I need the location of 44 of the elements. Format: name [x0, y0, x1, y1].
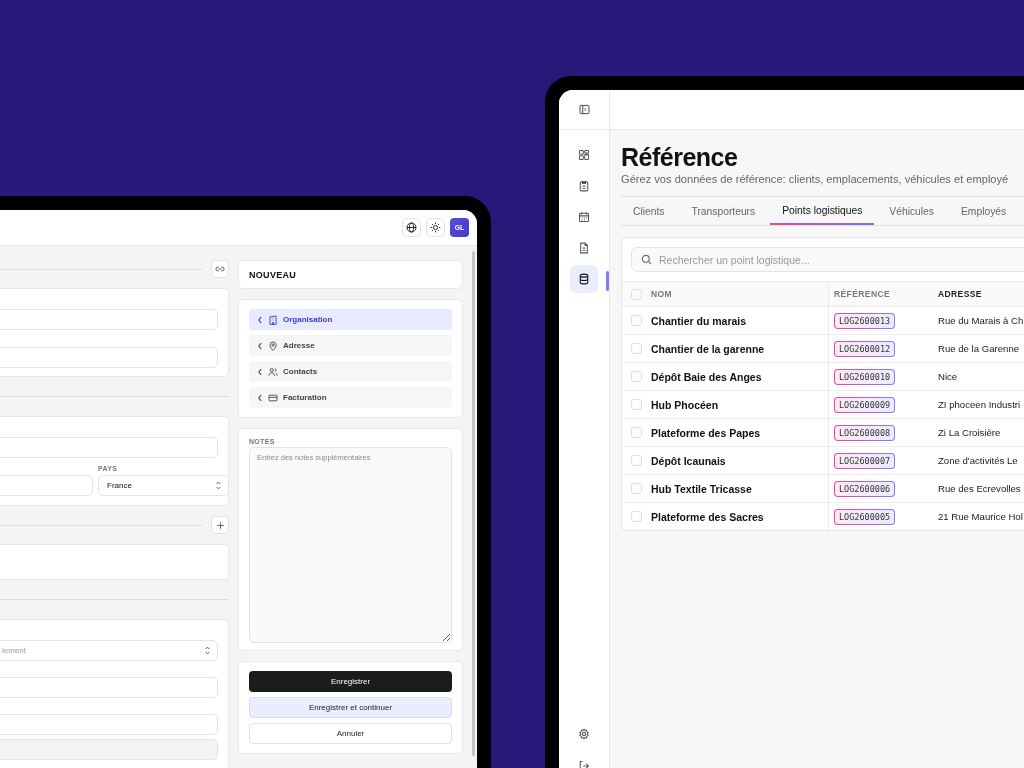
- section-nav-item[interactable]: Organisation: [249, 309, 452, 330]
- address-cell: Rue du Marais à Ch: [938, 315, 1024, 326]
- reference-badge: LOG2600013: [834, 312, 896, 329]
- column-header: ADRESSE: [938, 289, 982, 299]
- name-cell: Hub Textile Tricasse: [651, 482, 752, 495]
- page-title: Référence: [621, 142, 739, 172]
- name-cell: Chantier de la garenne: [651, 342, 765, 355]
- name-cell: Dépôt Icaunais: [651, 454, 726, 467]
- section-nav-item[interactable]: Adresse: [249, 335, 452, 356]
- address-cell: Zone d'activités Le: [938, 455, 1018, 466]
- country-select[interactable]: France: [98, 475, 229, 496]
- column-header: RÉFÉRENCE: [834, 289, 891, 299]
- save-button[interactable]: Enregistrer: [249, 671, 452, 692]
- address-cell: 21 Rue Maurice Hol: [938, 511, 1023, 522]
- search-field[interactable]: Rechercher un point logistique...: [631, 247, 1024, 272]
- cancel-button[interactable]: Annuler: [249, 723, 452, 744]
- name-cell: Dépôt Baie des Anges: [651, 370, 762, 383]
- section-nav-item[interactable]: Facturation: [249, 387, 452, 408]
- reference-badge: LOG2600007: [834, 452, 896, 469]
- column-header: NOM: [651, 289, 673, 299]
- address-cell: ZI phoceen Industri: [938, 399, 1021, 410]
- page-subtitle: Gérez vos données de référence: clients, emplacements, véhicules et employé: [621, 173, 1010, 185]
- tab[interactable]: Véhicules: [877, 197, 946, 225]
- name-cell: Plateforme des Sacres: [651, 510, 764, 523]
- address-cell: Rue de la Garenne: [938, 343, 1020, 354]
- panel-title: NOUVEAU: [249, 269, 297, 280]
- address-cell: Zi La Croisière: [938, 427, 1001, 438]
- tab[interactable]: Points logistiques: [770, 197, 875, 225]
- address-cell: Nice: [938, 371, 958, 382]
- name-cell: Plateforme des Papes: [651, 426, 761, 439]
- reference-badge: LOG2600006: [834, 480, 896, 497]
- reference-badge: LOG2600009: [834, 396, 896, 413]
- tab[interactable]: Employés: [949, 197, 1019, 225]
- reference-badge: LOG2600008: [834, 424, 896, 441]
- tab[interactable]: Clients: [621, 197, 677, 225]
- reference-badge: LOG2600005: [834, 508, 896, 525]
- name-cell: Hub Phocéen: [651, 398, 719, 411]
- reference-badge: LOG2600010: [834, 368, 896, 385]
- save-continue-button[interactable]: Enregistrer et continuer: [249, 697, 452, 718]
- reference-badge: LOG2600012: [834, 340, 896, 357]
- section-nav-item[interactable]: Contacts: [249, 361, 452, 382]
- name-cell: Chantier du marais: [651, 314, 747, 327]
- tab[interactable]: Transporteurs: [679, 197, 768, 225]
- address-cell: Rue des Ecrevolles: [938, 483, 1021, 494]
